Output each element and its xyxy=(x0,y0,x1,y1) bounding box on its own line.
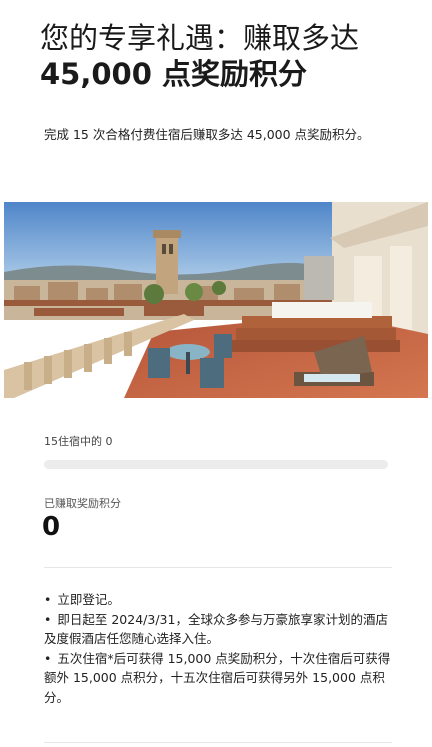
list-item-text: 即日起至 2024/3/31，全球众多参与万豪旅享家计划的酒店及度假酒店任您随心… xyxy=(44,611,388,647)
earned-points-value: 0 xyxy=(42,512,61,542)
list-item: • 即日起至 2024/3/31，全球众多参与万豪旅享家计划的酒店及度假酒店任您随… xyxy=(44,611,388,647)
list-item: • 立即登记。 xyxy=(44,592,120,607)
rooftop-terrace-photo xyxy=(4,202,428,398)
list-item-text: 五次住宿*后可获得 15,000 点奖励积分，十次住宿后可获得额外 15,000… xyxy=(44,650,391,705)
offer-details-list: • 立即登记。 • 即日起至 2024/3/31，全球众多参与万豪旅享家计划的酒店及… xyxy=(44,590,392,707)
list-item: • 五次住宿*后可获得 15,000 点奖励积分，十次住宿后可获得额外 15,00… xyxy=(44,650,391,705)
divider xyxy=(44,567,392,568)
offer-description: 完成 15 次合格付费住宿后赚取多达 45,000 点奖励积分。 xyxy=(44,127,370,142)
earned-points-label: 已赚取奖励积分 xyxy=(44,497,121,510)
title-line-1: 您的专享礼遇：赚取多达 xyxy=(40,21,360,55)
stays-progress-label: 15住宿中的 0 xyxy=(44,435,113,448)
title-line-2: 45,000 点奖励积分 xyxy=(40,57,308,91)
list-item-text: 立即登记。 xyxy=(57,592,120,607)
stays-progress-bar xyxy=(44,460,388,469)
divider xyxy=(44,742,392,743)
page-title: 您的专享礼遇：赚取多达 45,000 点奖励积分 xyxy=(40,20,400,92)
hero-image xyxy=(4,202,428,398)
